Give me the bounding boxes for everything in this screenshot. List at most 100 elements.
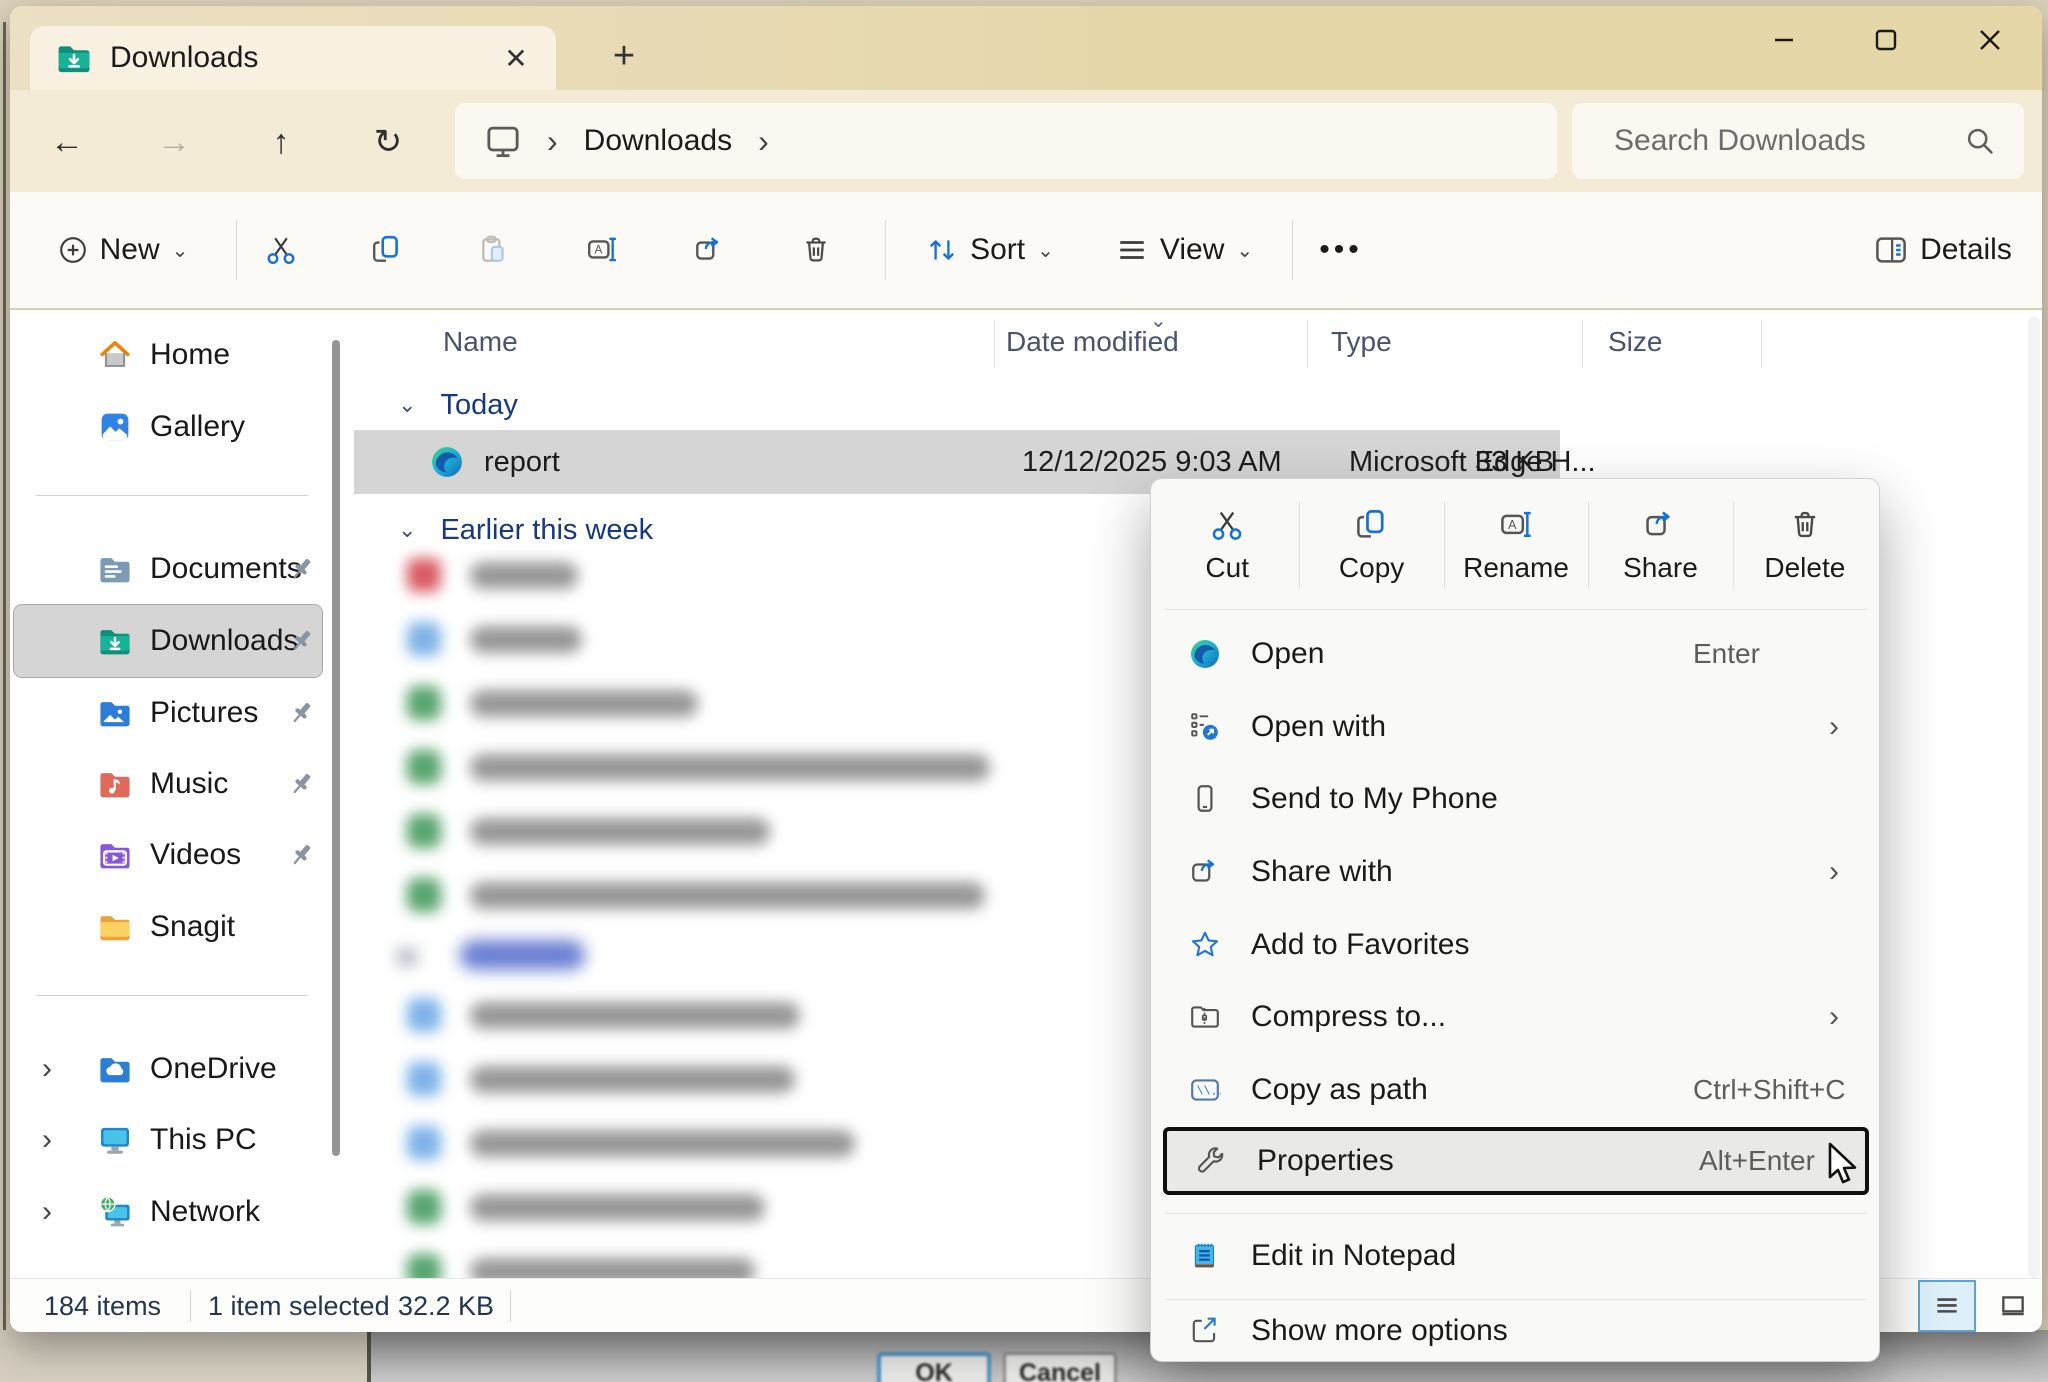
toolbar-separator bbox=[1292, 220, 1293, 280]
forward-button[interactable]: → bbox=[152, 120, 196, 164]
sidebar-item-onedrive[interactable]: › OneDrive bbox=[14, 1033, 322, 1105]
back-button[interactable]: ← bbox=[45, 120, 89, 164]
thumbnail-view-icon bbox=[1998, 1291, 2028, 1321]
share-button[interactable] bbox=[677, 192, 741, 308]
ok-button[interactable]: OK bbox=[877, 1352, 991, 1382]
search-icon[interactable] bbox=[1964, 125, 1996, 157]
share-menu-button[interactable]: Share bbox=[1588, 487, 1732, 605]
file-icon-blurred bbox=[407, 750, 441, 784]
sidebar-item-gallery[interactable]: Gallery bbox=[14, 391, 322, 463]
this-pc-icon bbox=[98, 1123, 132, 1157]
sidebar-divider bbox=[36, 495, 308, 496]
up-button[interactable]: ↑ bbox=[259, 120, 303, 164]
quick-action-label: Delete bbox=[1764, 552, 1845, 584]
copy-menu-button[interactable]: Copy bbox=[1299, 487, 1443, 605]
column-divider[interactable] bbox=[1582, 320, 1583, 368]
breadcrumb-item-downloads[interactable]: Downloads bbox=[584, 124, 732, 158]
sidebar-label: Documents bbox=[150, 552, 302, 586]
menu-item-send-to-my-phone[interactable]: Send to My Phone bbox=[1161, 763, 1871, 835]
chevron-right-icon[interactable]: › bbox=[42, 1052, 52, 1086]
sidebar-label: This PC bbox=[150, 1123, 257, 1157]
sidebar-item-snagit[interactable]: Snagit bbox=[14, 891, 322, 963]
menu-item-label: Share with bbox=[1251, 855, 1393, 889]
maximize-button[interactable] bbox=[1857, 14, 1915, 66]
star-icon bbox=[1189, 929, 1221, 961]
column-header-type[interactable]: Type bbox=[1331, 312, 1392, 372]
menu-item-show-more-options[interactable]: Show more options bbox=[1161, 1295, 1871, 1367]
file-icon-blurred bbox=[407, 814, 441, 848]
tab-close-icon[interactable]: ✕ bbox=[498, 40, 534, 76]
tab-downloads[interactable]: Downloads ✕ bbox=[30, 26, 556, 90]
menu-item-copy-as-path[interactable]: \\.. Copy as path Ctrl+Shift+C bbox=[1161, 1054, 1871, 1126]
breadcrumb[interactable]: › Downloads › bbox=[455, 103, 1557, 179]
menu-item-edit-in-notepad[interactable]: Edit in Notepad bbox=[1161, 1220, 1871, 1292]
notepad-icon bbox=[1189, 1240, 1221, 1272]
column-header-size[interactable]: Size bbox=[1608, 312, 1662, 372]
chevron-right-icon[interactable]: › bbox=[42, 1195, 52, 1229]
sidebar-item-pictures[interactable]: Pictures bbox=[14, 677, 322, 749]
group-header-blurred[interactable] bbox=[350, 938, 750, 978]
cut-menu-button[interactable]: Cut bbox=[1155, 487, 1299, 605]
column-header-date-modified[interactable]: Date modified bbox=[1006, 312, 1179, 372]
sidebar-label: Downloads bbox=[150, 624, 298, 658]
trash-icon bbox=[800, 234, 832, 266]
breadcrumb-chevron-icon: › bbox=[732, 123, 795, 160]
rename-menu-button[interactable]: A Rename bbox=[1444, 487, 1588, 605]
copy-icon bbox=[1355, 508, 1389, 542]
chevron-down-icon[interactable]: ⌄ bbox=[398, 392, 416, 418]
chevron-down-icon: ⌄ bbox=[172, 238, 189, 263]
sidebar-scrollbar[interactable] bbox=[332, 340, 340, 1156]
delete-button[interactable] bbox=[784, 192, 848, 308]
sidebar-item-documents[interactable]: Documents bbox=[14, 533, 322, 605]
file-icon-blurred bbox=[407, 878, 441, 912]
column-divider[interactable] bbox=[1307, 320, 1308, 368]
sidebar-item-network[interactable]: › Network bbox=[14, 1176, 322, 1248]
svg-text:\\..: \\.. bbox=[1196, 1084, 1221, 1098]
file-list-scrollbar[interactable] bbox=[2028, 316, 2040, 1278]
group-header-today[interactable]: ⌄ Today bbox=[398, 381, 518, 429]
new-label: New bbox=[100, 233, 160, 267]
sidebar-item-home[interactable]: Home bbox=[14, 319, 322, 391]
details-pane-button[interactable]: Details bbox=[1858, 192, 2028, 308]
delete-menu-button[interactable]: Delete bbox=[1733, 487, 1877, 605]
file-name-blurred bbox=[470, 690, 698, 717]
details-label: Details bbox=[1920, 233, 2012, 267]
column-divider[interactable] bbox=[994, 320, 995, 368]
this-pc-monitor-icon[interactable] bbox=[485, 123, 521, 159]
sort-button[interactable]: Sort ⌄ bbox=[900, 192, 1080, 308]
menu-item-share-with[interactable]: Share with › bbox=[1161, 836, 1871, 908]
sidebar-item-videos[interactable]: Videos bbox=[14, 819, 322, 891]
details-view-toggle[interactable] bbox=[1918, 1280, 1976, 1332]
column-header-name[interactable]: Name bbox=[443, 312, 518, 372]
menu-item-compress-to[interactable]: Compress to... › bbox=[1161, 981, 1871, 1053]
new-tab-button[interactable]: + bbox=[602, 34, 646, 78]
refresh-button[interactable]: ↻ bbox=[366, 120, 410, 164]
chevron-down-icon[interactable]: ⌄ bbox=[398, 517, 416, 543]
more-options-button[interactable]: ••• bbox=[1306, 192, 1376, 308]
minimize-button[interactable] bbox=[1755, 14, 1813, 66]
menu-item-open-with[interactable]: Open with › bbox=[1161, 691, 1871, 763]
menu-item-properties[interactable]: Properties Alt+Enter bbox=[1163, 1127, 1869, 1195]
menu-item-open[interactable]: Open Enter bbox=[1161, 618, 1871, 690]
new-button[interactable]: New ⌄ bbox=[38, 192, 208, 308]
compress-zip-icon bbox=[1189, 1001, 1221, 1033]
sidebar-item-music[interactable]: Music bbox=[14, 748, 322, 820]
downloads-folder-icon bbox=[98, 624, 132, 658]
cut-button[interactable] bbox=[249, 192, 313, 308]
pin-icon bbox=[286, 698, 316, 728]
menu-item-label: Open with bbox=[1251, 710, 1386, 744]
column-divider[interactable] bbox=[1761, 320, 1762, 368]
chevron-right-icon[interactable]: › bbox=[42, 1123, 52, 1157]
paste-button[interactable] bbox=[462, 192, 526, 308]
sidebar-item-downloads[interactable]: Downloads bbox=[14, 605, 322, 677]
view-button[interactable]: View ⌄ bbox=[1092, 192, 1277, 308]
rename-button[interactable]: A bbox=[570, 192, 634, 308]
sidebar-item-this-pc[interactable]: › This PC bbox=[14, 1104, 322, 1176]
copy-button[interactable] bbox=[355, 192, 419, 308]
search-input[interactable]: Search Downloads bbox=[1572, 103, 2024, 179]
cancel-button[interactable]: Cancel bbox=[1003, 1352, 1117, 1382]
window-close-button[interactable] bbox=[1961, 14, 2019, 66]
sidebar-label: Network bbox=[150, 1195, 260, 1229]
icons-view-toggle[interactable] bbox=[1984, 1280, 2042, 1332]
menu-item-add-to-favorites[interactable]: Add to Favorites bbox=[1161, 909, 1871, 981]
